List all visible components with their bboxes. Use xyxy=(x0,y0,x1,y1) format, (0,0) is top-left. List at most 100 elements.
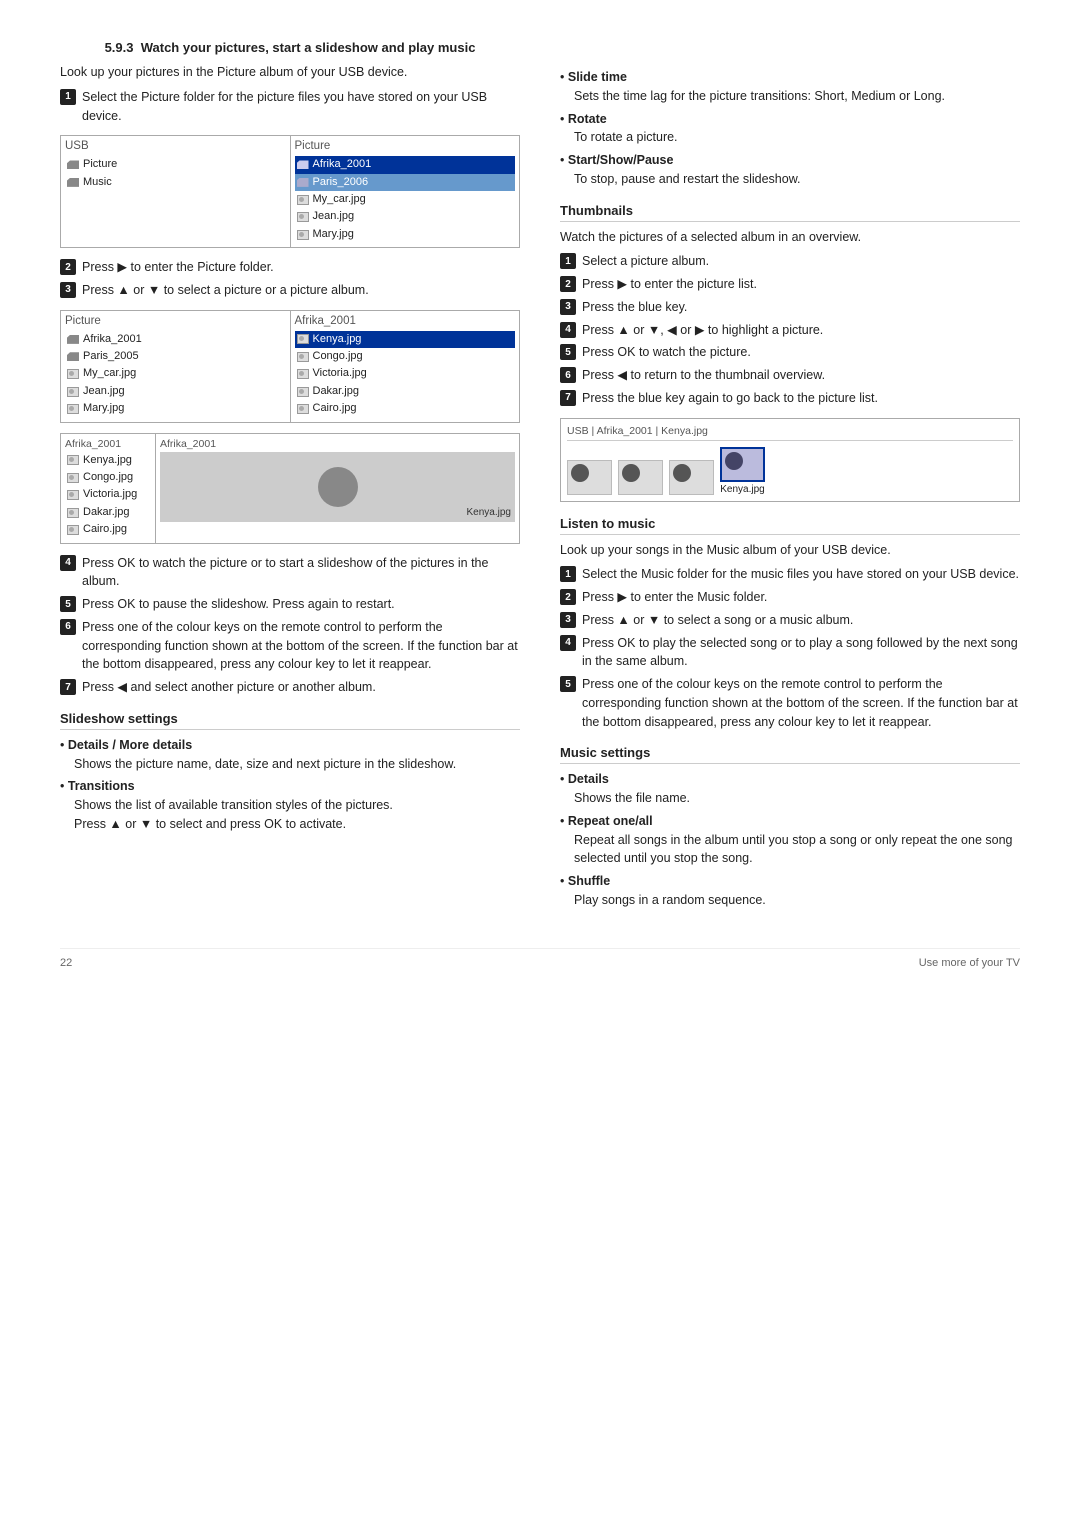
fb1-mycar[interactable]: My_car.jpg xyxy=(295,191,516,208)
img-icon xyxy=(67,525,79,535)
fb3-dakar[interactable]: Dakar.jpg xyxy=(65,504,151,521)
file-browser-2: Picture Afrika_2001 Paris_2005 My_car.jp… xyxy=(60,310,520,423)
listen-steps: 1 Select the Music folder for the music … xyxy=(560,565,1020,731)
footer-right-text: Use more of your TV xyxy=(919,957,1020,969)
thumb-4-selected[interactable]: Kenya.jpg xyxy=(720,447,765,495)
img-icon xyxy=(297,230,309,240)
music-bullet-shuffle: Shuffle Play songs in a random sequence. xyxy=(560,872,1020,910)
thumbnails-steps: 1 Select a picture album. 2 Press ▶ to e… xyxy=(560,252,1020,407)
fb1-jean[interactable]: Jean.jpg xyxy=(295,208,516,225)
fb2-mycar[interactable]: My_car.jpg xyxy=(65,365,286,382)
bullet-start-pause: Start/Show/Pause To stop, pause and rest… xyxy=(560,151,1020,189)
thumb-step-num-3: 3 xyxy=(560,299,576,315)
page-footer: 22 Use more of your TV xyxy=(60,948,1020,969)
fb1-mary[interactable]: Mary.jpg xyxy=(295,226,516,243)
slideshow-bullets: Details / More details Shows the picture… xyxy=(60,736,520,834)
music-bullet-repeat: Repeat one/all Repeat all songs in the a… xyxy=(560,812,1020,868)
thumb-step-4: 4 Press ▲ or ▼, ◀ or ▶ to highlight a pi… xyxy=(560,321,1020,340)
img-icon xyxy=(67,404,79,414)
listen-music-title: Listen to music xyxy=(560,516,1020,535)
preview-filename: Kenya.jpg xyxy=(467,507,511,518)
listen-step-1: 1 Select the Music folder for the music … xyxy=(560,565,1020,584)
img-icon xyxy=(297,369,309,379)
preview-circle xyxy=(318,467,358,507)
fb1-afrika2001[interactable]: Afrika_2001 xyxy=(295,156,516,173)
fb2-cairo[interactable]: Cairo.jpg xyxy=(295,400,516,417)
thumb-img-2 xyxy=(618,460,663,495)
music-bullets: Details Shows the file name. Repeat one/… xyxy=(560,770,1020,909)
img-icon xyxy=(67,473,79,483)
thumb-circle-icon xyxy=(725,452,743,470)
fb1-music-folder[interactable]: Music xyxy=(65,174,286,191)
thumb-step-5: 5 Press OK to watch the picture. xyxy=(560,343,1020,362)
fb2-dakar[interactable]: Dakar.jpg xyxy=(295,383,516,400)
folder-icon xyxy=(67,335,79,344)
listen-step-5: 5 Press one of the colour keys on the re… xyxy=(560,675,1020,731)
step-num-3: 3 xyxy=(60,282,76,298)
img-icon xyxy=(67,387,79,397)
thumb-label-kenya: Kenya.jpg xyxy=(720,484,764,495)
step-num-2: 2 xyxy=(60,259,76,275)
fb2-jean[interactable]: Jean.jpg xyxy=(65,383,286,400)
fb2-kenya[interactable]: Kenya.jpg xyxy=(295,331,516,348)
img-icon xyxy=(67,369,79,379)
thumb-step-num-1: 1 xyxy=(560,253,576,269)
fb3-cairo[interactable]: Cairo.jpg xyxy=(65,521,151,538)
thumb-step-num-4: 4 xyxy=(560,322,576,338)
step-4: 4 Press OK to watch the picture or to st… xyxy=(60,554,520,592)
img-icon xyxy=(297,212,309,222)
fb2-mary[interactable]: Mary.jpg xyxy=(65,400,286,417)
img-icon xyxy=(297,352,309,362)
fb1-picture-folder[interactable]: Picture xyxy=(65,156,286,173)
thumb-circle-icon xyxy=(622,464,640,482)
fb3-victoria[interactable]: Victoria.jpg xyxy=(65,486,151,503)
fb2-congo[interactable]: Congo.jpg xyxy=(295,348,516,365)
file-browser-3: Afrika_2001 Kenya.jpg Congo.jpg Victoria… xyxy=(60,433,520,544)
steps-list-left: 1 Select the Picture folder for the pict… xyxy=(60,88,520,126)
listen-intro: Look up your songs in the Music album of… xyxy=(560,541,1020,560)
thumb-step-3: 3 Press the blue key. xyxy=(560,298,1020,317)
img-icon xyxy=(297,387,309,397)
listen-step-2: 2 Press ▶ to enter the Music folder. xyxy=(560,588,1020,607)
thumb-2[interactable] xyxy=(618,460,663,495)
step-num-1: 1 xyxy=(60,89,76,105)
thumb-step-2: 2 Press ▶ to enter the picture list. xyxy=(560,275,1020,294)
thumb-circle-icon xyxy=(673,464,691,482)
thumbnails-intro: Watch the pictures of a selected album i… xyxy=(560,228,1020,247)
intro-text: Look up your pictures in the Picture alb… xyxy=(60,63,520,82)
thumb-step-num-7: 7 xyxy=(560,390,576,406)
img-icon xyxy=(67,508,79,518)
fb3-congo[interactable]: Congo.jpg xyxy=(65,469,151,486)
folder-icon xyxy=(67,178,79,187)
fb2-victoria[interactable]: Victoria.jpg xyxy=(295,365,516,382)
page: 5.9.3 Watch your pictures, start a slide… xyxy=(0,0,1080,1029)
step-2: 2 Press ▶ to enter the Picture folder. xyxy=(60,258,520,277)
section-heading: 5.9.3 Watch your pictures, start a slide… xyxy=(60,40,520,55)
slideshow-settings-title: Slideshow settings xyxy=(60,711,520,730)
fb2-afrika2001[interactable]: Afrika_2001 xyxy=(65,331,286,348)
fb3-right-preview: Afrika_2001 Kenya.jpg xyxy=(156,434,519,543)
thumb-step-1: 1 Select a picture album. xyxy=(560,252,1020,271)
file-browser-1: USB Picture Music Picture Afrika_2001 xyxy=(60,135,520,248)
music-settings-title: Music settings xyxy=(560,745,1020,764)
steps-4-7: 4 Press OK to watch the picture or to st… xyxy=(60,554,520,697)
fb3-right-header: Afrika_2001 xyxy=(160,438,515,450)
left-column: 5.9.3 Watch your pictures, start a slide… xyxy=(60,40,520,918)
fb2-paris2005[interactable]: Paris_2005 xyxy=(65,348,286,365)
steps-2-3: 2 Press ▶ to enter the Picture folder. 3… xyxy=(60,258,520,300)
img-icon xyxy=(67,455,79,465)
thumbnails-title: Thumbnails xyxy=(560,203,1020,222)
fb2-left: Picture Afrika_2001 Paris_2005 My_car.jp… xyxy=(61,311,290,422)
fb2-left-header: Picture xyxy=(65,315,286,329)
fb3-kenya[interactable]: Kenya.jpg xyxy=(65,452,151,469)
thumb-3[interactable] xyxy=(669,460,714,495)
big-preview-image: Kenya.jpg xyxy=(160,452,515,522)
fb1-paris2006[interactable]: Paris_2006 xyxy=(295,174,516,191)
bullet-transitions: Transitions Shows the list of available … xyxy=(60,777,520,833)
bullet-details: Details / More details Shows the picture… xyxy=(60,736,520,774)
thumb-step-6: 6 Press ◀ to return to the thumbnail ove… xyxy=(560,366,1020,385)
thumb-1[interactable] xyxy=(567,460,612,495)
thumbnail-preview: USB | Afrika_2001 | Kenya.jpg xyxy=(560,418,1020,502)
img-icon xyxy=(297,404,309,414)
fb1-left-header: USB xyxy=(65,140,286,154)
